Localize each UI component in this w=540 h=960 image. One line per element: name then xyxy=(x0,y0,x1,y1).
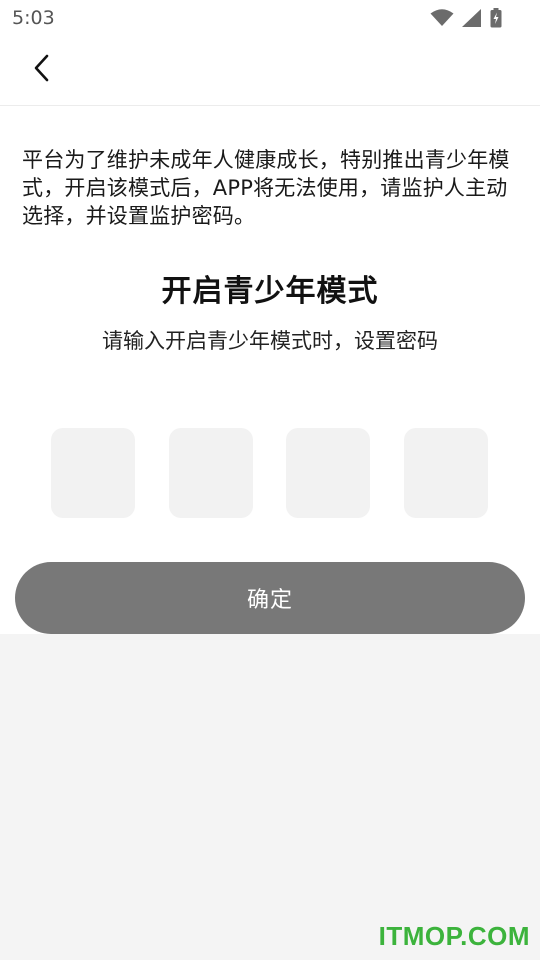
screen: 5:03 平台为了维护未成年人健康成长，特别推出青少年模式，开启该模式后，APP… xyxy=(0,0,540,960)
cell-signal-icon xyxy=(462,9,482,27)
battery-charging-icon xyxy=(490,8,502,28)
back-button[interactable] xyxy=(22,50,62,90)
status-bar: 5:03 xyxy=(0,0,540,36)
notice-text: 平台为了维护未成年人健康成长，特别推出青少年模式，开启该模式后，APP将无法使用… xyxy=(22,148,510,228)
chevron-left-icon xyxy=(31,53,53,87)
page-title: 开启青少年模式 xyxy=(161,274,379,309)
passcode-input-row xyxy=(51,428,488,518)
watermark-text: ITMOP.COM xyxy=(378,921,530,951)
status-time: 5:03 xyxy=(12,7,55,29)
passcode-digit-3[interactable] xyxy=(286,428,370,518)
passcode-digit-1[interactable] xyxy=(51,428,135,518)
passcode-digit-4[interactable] xyxy=(404,428,488,518)
passcode-digit-2[interactable] xyxy=(169,428,253,518)
content-panel: 5:03 平台为了维护未成年人健康成长，特别推出青少年模式，开启该模式后，APP… xyxy=(0,0,540,634)
confirm-button[interactable]: 确定 xyxy=(15,562,525,634)
wifi-icon xyxy=(430,9,454,27)
page-subtitle: 请输入开启青少年模式时，设置密码 xyxy=(102,329,438,353)
nav-bar xyxy=(0,36,540,106)
status-icons xyxy=(430,8,502,28)
